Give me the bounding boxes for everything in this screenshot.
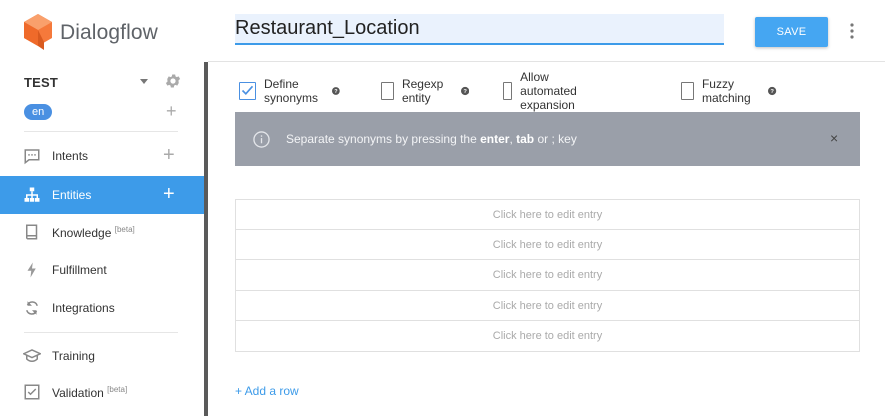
help-icon[interactable]: ? xyxy=(768,85,777,97)
entry-row[interactable]: Click here to edit entry xyxy=(235,321,860,352)
option-label: Regexp entity xyxy=(401,77,444,105)
sidebar-item-integrations[interactable]: Integrations xyxy=(0,289,204,327)
agent-selector[interactable]: TEST xyxy=(24,72,184,92)
checkmark-icon xyxy=(241,85,254,96)
chat-bubble-icon xyxy=(24,149,40,165)
entity-header: SAVE xyxy=(208,0,885,62)
entry-row[interactable]: Click here to edit entry xyxy=(235,199,860,230)
add-intent-icon[interactable]: + xyxy=(163,145,175,165)
sidebar: Dialogflow TEST en + Intents + Entities … xyxy=(0,0,208,416)
option-fuzzy-matching[interactable]: Fuzzy matching ? xyxy=(681,77,777,105)
sidebar-item-intents[interactable]: Intents + xyxy=(0,137,204,175)
help-icon[interactable]: ? xyxy=(461,85,470,97)
more-vert-icon[interactable] xyxy=(848,22,856,40)
brand-name: Dialogflow xyxy=(60,21,158,44)
regexp-entity-checkbox[interactable] xyxy=(381,82,394,100)
graduation-cap-icon xyxy=(23,349,41,363)
divider xyxy=(24,131,178,132)
close-icon[interactable]: × xyxy=(830,130,838,146)
beta-badge: [beta] xyxy=(107,385,128,394)
add-language-icon[interactable]: + xyxy=(166,102,177,120)
option-label: Define synonyms xyxy=(264,77,319,105)
sidebar-item-training[interactable]: Training xyxy=(0,337,204,375)
add-entity-icon[interactable]: + xyxy=(163,184,175,204)
option-automated-expansion[interactable]: Allow automated expansion xyxy=(503,70,586,112)
sidebar-item-label: Integrations xyxy=(52,301,115,315)
info-icon xyxy=(253,131,270,148)
sidebar-item-label: Training xyxy=(52,349,95,363)
save-button[interactable]: SAVE xyxy=(755,17,828,47)
sidebar-item-label: Intents xyxy=(52,149,89,163)
entity-name-input[interactable] xyxy=(235,14,724,45)
language-row: en + xyxy=(24,102,184,122)
sidebar-item-label: Entities xyxy=(52,188,92,202)
checkbox-icon xyxy=(24,384,40,400)
define-synonyms-checkbox[interactable] xyxy=(239,82,256,100)
sidebar-item-entities[interactable]: Entities + xyxy=(0,176,204,214)
dialogflow-logo-icon xyxy=(24,14,52,50)
banner-text: Separate synonyms by pressing the enter,… xyxy=(286,132,577,146)
sidebar-item-fulfillment[interactable]: Fulfillment xyxy=(0,251,204,289)
sidebar-item-validation[interactable]: Validation [beta] xyxy=(0,373,204,411)
sidebar-item-label: Fulfillment xyxy=(52,263,107,277)
option-label: Fuzzy matching xyxy=(701,77,751,105)
chevron-down-icon[interactable] xyxy=(140,79,148,84)
fuzzy-matching-checkbox[interactable] xyxy=(681,82,694,100)
option-label: Allow automated expansion xyxy=(520,70,577,112)
entry-row[interactable]: Click here to edit entry xyxy=(235,260,860,291)
add-row-link[interactable]: + Add a row xyxy=(235,384,299,398)
svg-text:?: ? xyxy=(771,89,775,95)
brand[interactable]: Dialogflow xyxy=(24,14,158,52)
sidebar-item-label: Knowledge [beta] xyxy=(52,225,135,240)
beta-badge: [beta] xyxy=(114,225,135,234)
option-regexp-entity[interactable]: Regexp entity ? xyxy=(381,77,470,105)
sync-icon xyxy=(26,301,38,315)
sidebar-item-knowledge[interactable]: Knowledge [beta] xyxy=(0,213,204,251)
book-icon xyxy=(26,224,38,240)
gear-icon[interactable] xyxy=(164,72,182,90)
svg-text:?: ? xyxy=(464,89,468,95)
agent-name: TEST xyxy=(24,74,59,90)
language-badge[interactable]: en xyxy=(24,104,53,120)
info-banner: Separate synonyms by pressing the enter,… xyxy=(235,112,860,166)
bolt-icon xyxy=(27,262,36,278)
automated-expansion-checkbox[interactable] xyxy=(503,82,513,100)
entry-row[interactable]: Click here to edit entry xyxy=(235,290,860,322)
entries-table: Click here to edit entry Click here to e… xyxy=(235,199,860,352)
sidebar-scrollbar[interactable] xyxy=(204,62,208,416)
option-define-synonyms[interactable]: Define synonyms ? xyxy=(239,77,341,105)
sidebar-item-label: Validation [beta] xyxy=(52,385,128,400)
help-icon[interactable]: ? xyxy=(332,85,341,97)
divider xyxy=(24,332,178,333)
entry-row[interactable]: Click here to edit entry xyxy=(235,229,860,261)
sitemap-icon xyxy=(24,187,40,202)
